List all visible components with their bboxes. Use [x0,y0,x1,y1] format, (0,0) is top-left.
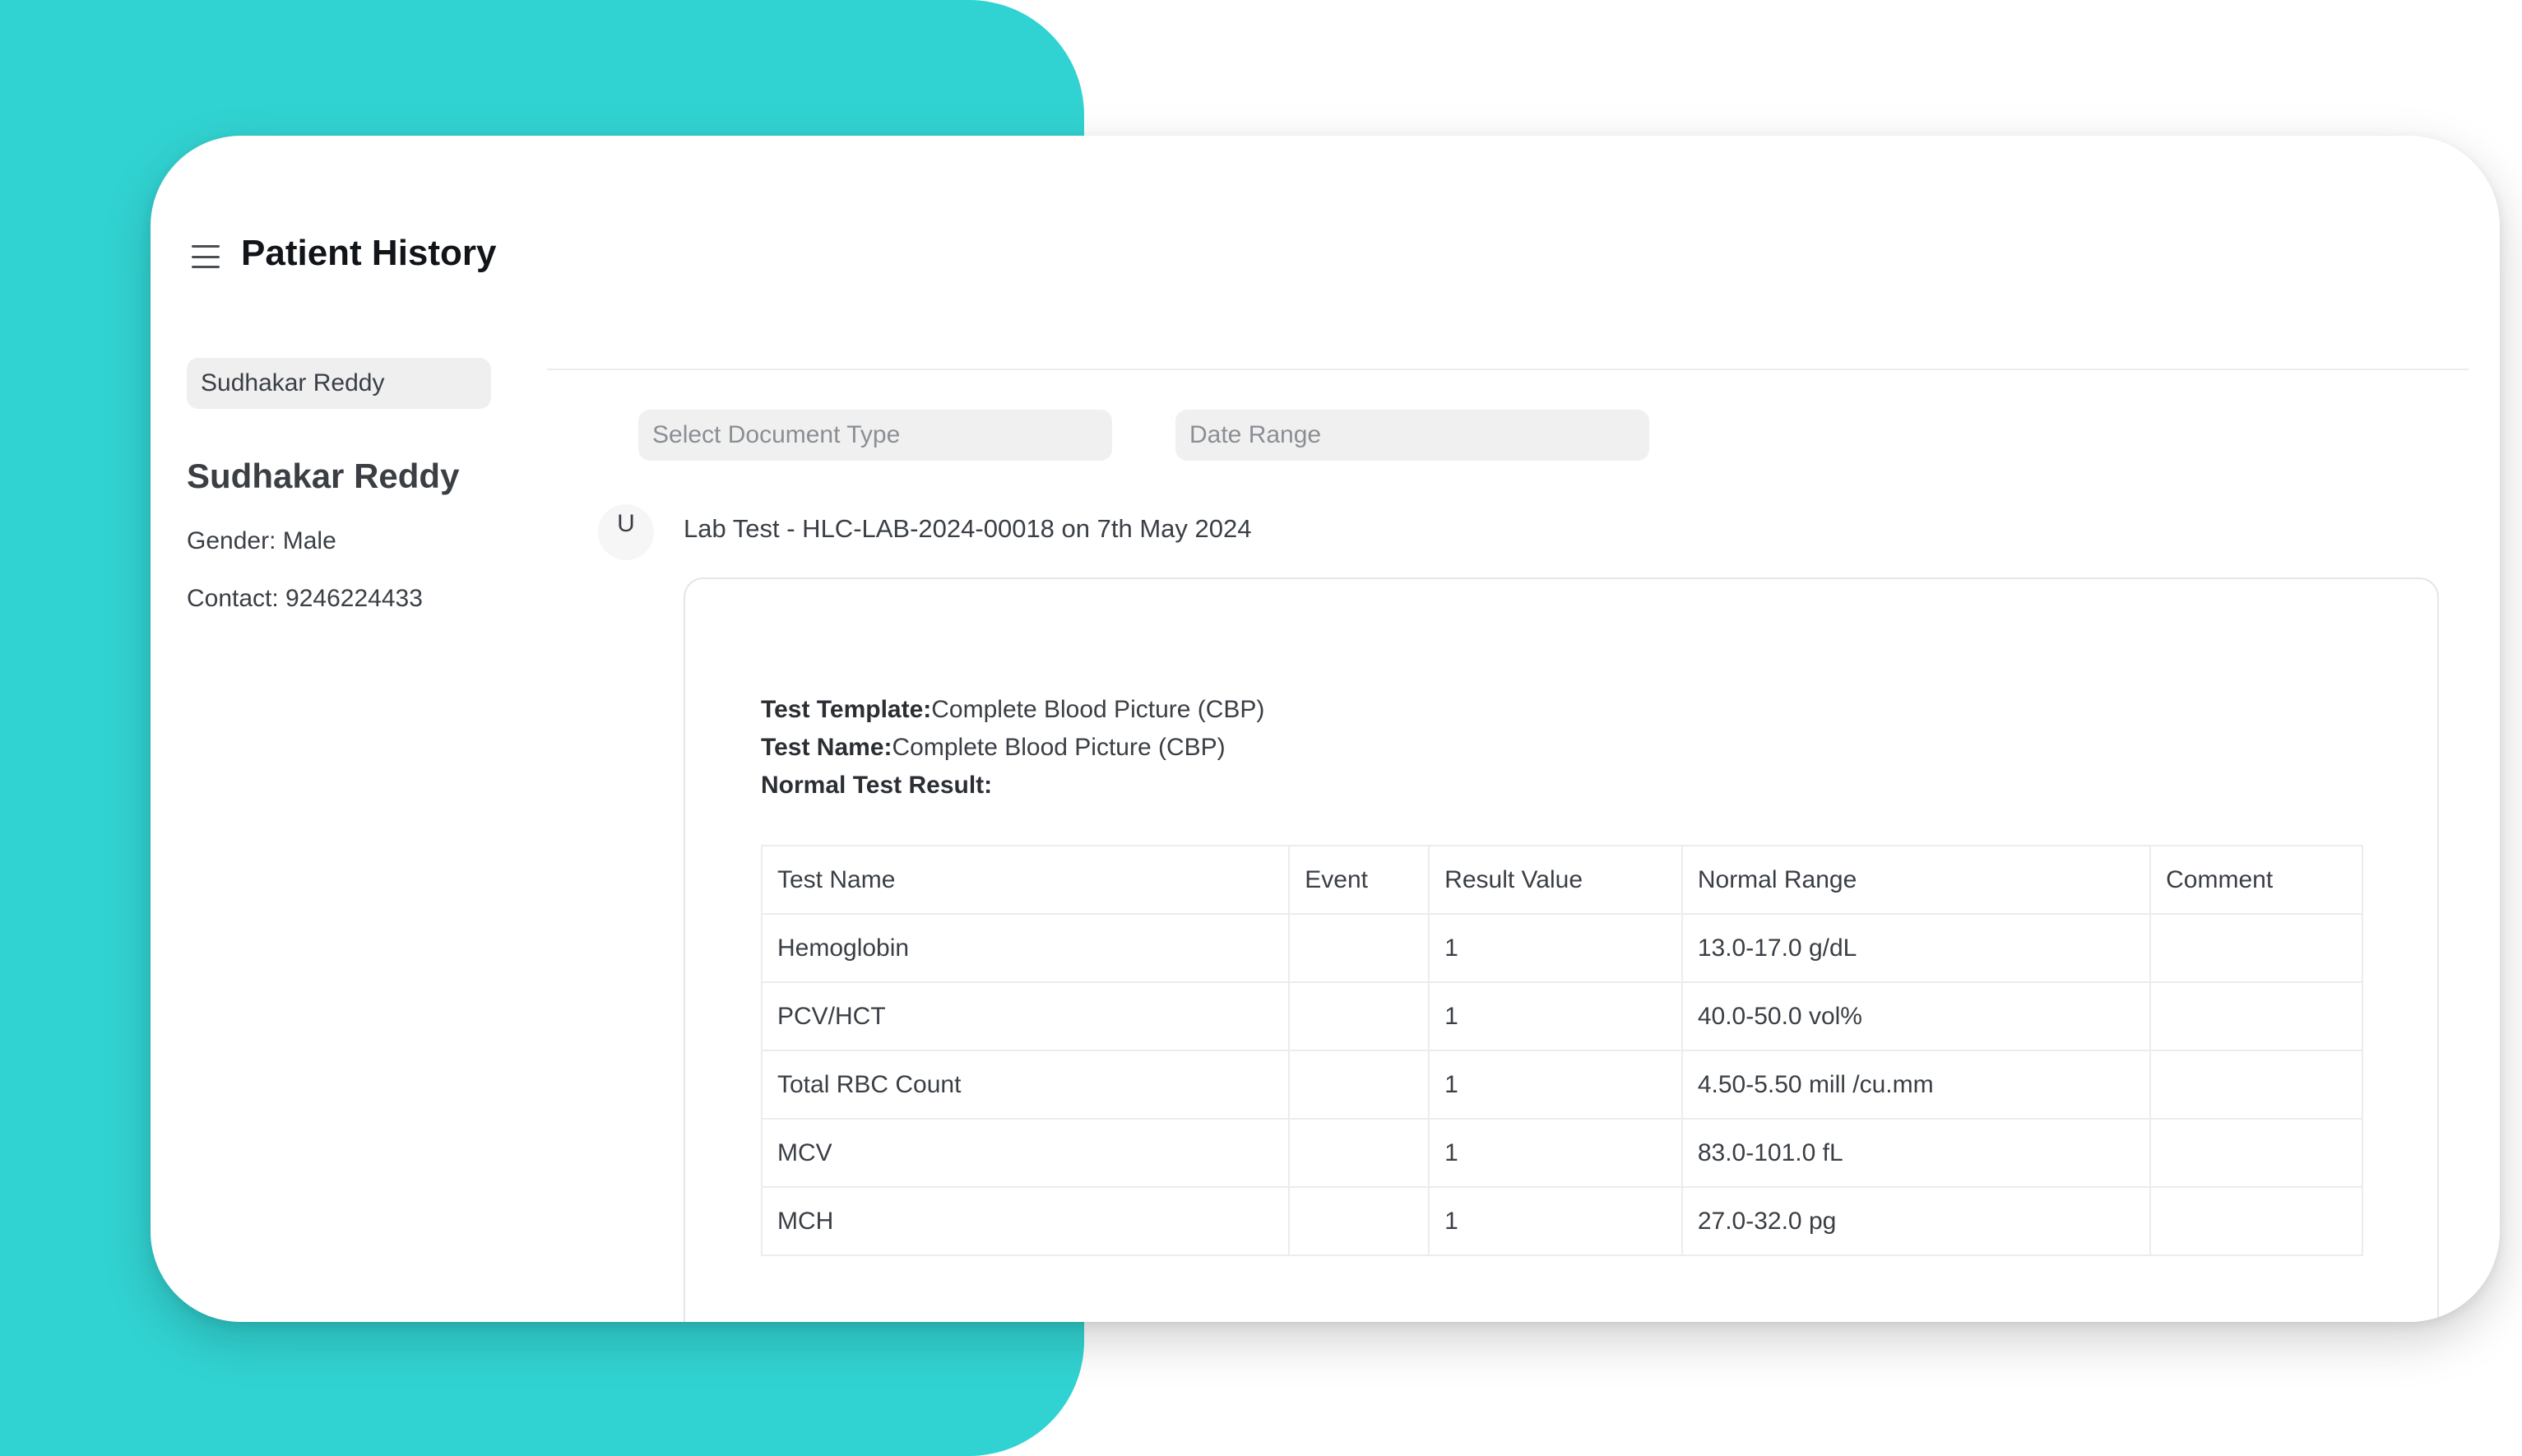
table-row: PCV/HCT 1 40.0-50.0 vol% [760,981,2363,1051]
patient-history-window: Patient History Sudhakar Reddy Sudhakar … [151,136,2500,1322]
cell-normal-range: 4.50-5.50 mill /cu.mm [1681,1050,2152,1120]
patient-name: Sudhakar Reddy [187,457,460,495]
user-avatar: U [598,504,654,560]
column-header: Comment [2149,845,2363,915]
cell-test-name: Total RBC Count [760,1050,1291,1120]
cell-test-name: MCV [760,1118,1291,1188]
table-row: MCH 1 27.0-32.0 pg [760,1186,2363,1256]
column-header: Test Name [760,845,1291,915]
cell-result-value: 1 [1428,1186,1683,1256]
patient-contact: Contact: 9246224433 [187,585,423,612]
table-row: Total RBC Count 1 4.50-5.50 mill /cu.mm [760,1050,2363,1120]
cell-normal-range: 27.0-32.0 pg [1681,1186,2152,1256]
cell-event [1288,1118,1430,1188]
column-header: Result Value [1428,845,1683,915]
normal-result-label: Normal Test Result: [761,772,993,799]
page-title: Patient History [241,233,497,273]
test-template-value: Complete Blood Picture (CBP) [931,696,1265,723]
normal-result-heading: Normal Test Result: [761,772,992,800]
test-template-line: Test Template:Complete Blood Picture (CB… [761,696,1264,724]
cell-test-name: PCV/HCT [760,981,1291,1051]
cell-test-name: MCH [760,1186,1291,1256]
test-name-line: Test Name:Complete Blood Picture (CBP) [761,734,1226,762]
cell-event [1288,1050,1430,1120]
cell-result-value: 1 [1428,1118,1683,1188]
cell-event [1288,981,1430,1051]
table-header-row: Test Name Event Result Value Normal Rang… [760,845,2363,915]
cell-comment [2149,913,2363,983]
cell-event [1288,1186,1430,1256]
cell-normal-range: 40.0-50.0 vol% [1681,981,2152,1051]
lab-test-document: Test Template:Complete Blood Picture (CB… [684,577,2439,1322]
cell-comment [2149,981,2363,1051]
cell-result-value: 1 [1428,1050,1683,1120]
patient-selector[interactable]: Sudhakar Reddy [187,358,491,409]
header-divider [547,369,2469,370]
patient-gender: Gender: Male [187,527,336,554]
cell-normal-range: 13.0-17.0 g/dL [1681,913,2152,983]
hamburger-menu-icon[interactable] [192,245,220,268]
column-header: Normal Range [1681,845,2152,915]
cell-result-value: 1 [1428,981,1683,1051]
cell-comment [2149,1118,2363,1188]
cell-test-name: Hemoglobin [760,913,1291,983]
timeline-entry-title[interactable]: Lab Test - HLC-LAB-2024-00018 on 7th May… [684,514,1251,544]
column-header: Event [1288,845,1430,915]
cell-event [1288,913,1430,983]
results-table: Test Name Event Result Value Normal Rang… [760,845,2363,1256]
document-type-select[interactable]: Select Document Type [638,410,1112,461]
cell-normal-range: 83.0-101.0 fL [1681,1118,2152,1188]
test-template-label: Test Template: [761,696,932,723]
cell-comment [2149,1186,2363,1256]
table-row: MCV 1 83.0-101.0 fL [760,1118,2363,1188]
test-name-value: Complete Blood Picture (CBP) [892,734,1226,761]
test-name-label: Test Name: [761,734,892,761]
table-row: Hemoglobin 1 13.0-17.0 g/dL [760,913,2363,983]
cell-result-value: 1 [1428,913,1683,983]
cell-comment [2149,1050,2363,1120]
date-range-input[interactable]: Date Range [1175,410,1649,461]
